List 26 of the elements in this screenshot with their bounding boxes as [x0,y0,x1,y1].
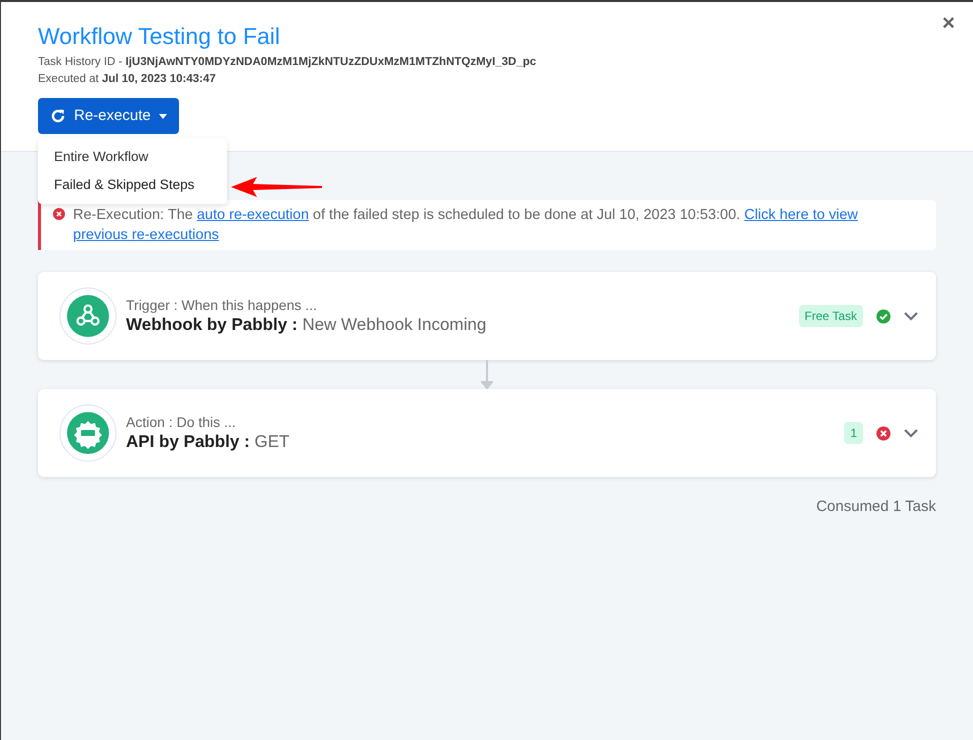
caret-icon [158,114,167,118]
chevron-down-icon[interactable] [904,428,918,438]
step-title: API by Pabbly : GET [126,431,290,453]
task-badge: Free Task [798,305,863,327]
step-title: Webhook by Pabbly : New Webhook Incoming [126,314,488,336]
alert-message: Re-Execution: The auto re-execution of the failed step is scheduled to be done at Jul 10, 2023 10:53:00. Click here to view previous re-executions [73,206,859,245]
task-history-id: Task History ID - IjU3NjAwNTY0MDYzNDA0MzM1MjZkNTUzZDUxMzM1MTZhNTQzMyI_3D_pc [38,55,538,70]
chevron-down-icon[interactable] [904,312,918,320]
menu-item[interactable]: Failed & Skipped Steps [38,171,227,199]
error-icon [53,208,65,220]
modal-title: Workflow Testing to Fail [38,22,282,50]
connector-arrow [481,360,493,389]
step-caption: Action : Do this ... [126,413,237,431]
menu-item[interactable]: Entire Workflow [38,143,227,171]
link[interactable]: Click here to view [744,207,858,223]
link[interactable]: auto re-execution [196,207,309,223]
refresh-icon [50,108,66,124]
close-button[interactable]: × [942,12,955,34]
step-caption: Trigger : When this happens ... [126,296,318,314]
re-execute-button[interactable]: Re-execute [38,98,179,134]
webhook-icon [59,287,117,345]
api-icon [59,404,117,462]
link[interactable]: previous re-executions [73,227,219,243]
executed-at: Executed at Jul 10, 2023 10:43:47 [38,72,217,87]
consumed-tasks: Consumed 1 Task [816,497,936,517]
task-badge: 1 [844,422,863,444]
